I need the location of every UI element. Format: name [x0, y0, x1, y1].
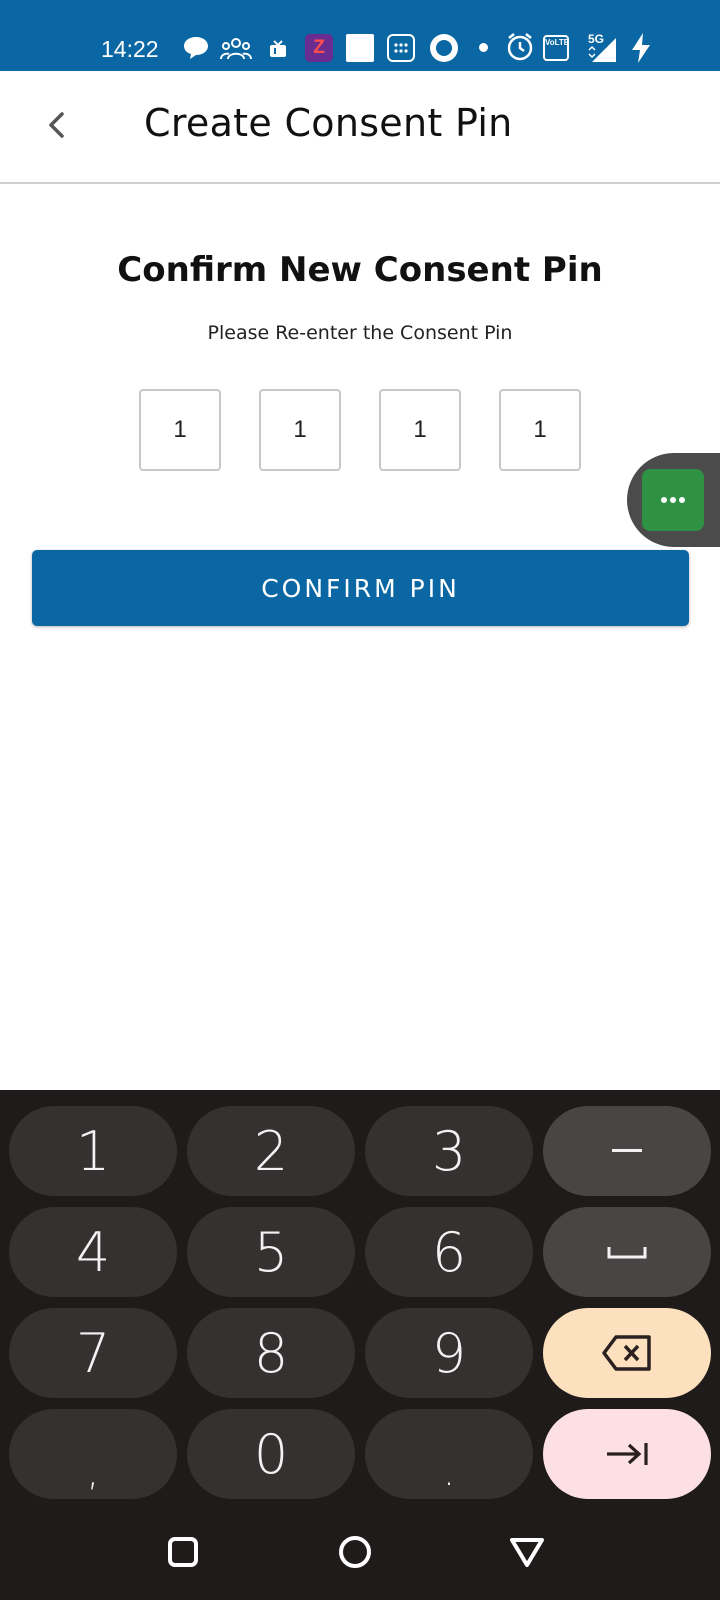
- key-0[interactable]: 0: [187, 1409, 355, 1499]
- nav-back-button[interactable]: [507, 1532, 547, 1572]
- key-4[interactable]: 4: [9, 1207, 177, 1297]
- tv-icon: [270, 40, 286, 57]
- chat-head-button[interactable]: [642, 469, 704, 531]
- minus-icon: [612, 1149, 642, 1152]
- key-1[interactable]: 1: [9, 1106, 177, 1196]
- comma-label: ,: [86, 1449, 100, 1495]
- circle-icon: [339, 1536, 371, 1568]
- ring-app-icon: [430, 34, 458, 62]
- nav-home-button[interactable]: [335, 1532, 375, 1572]
- charging-icon: [632, 33, 650, 63]
- key-3[interactable]: 3: [365, 1106, 533, 1196]
- key-6[interactable]: 6: [365, 1207, 533, 1297]
- triangle-icon: [510, 1538, 544, 1567]
- pin-digit-4[interactable]: 1: [499, 389, 581, 471]
- key-5[interactable]: 5: [187, 1207, 355, 1297]
- group-icon: [220, 38, 252, 60]
- pin-digit-2[interactable]: 1: [259, 389, 341, 471]
- chat-bubble-icon: [184, 37, 208, 59]
- status-time: 14:22: [101, 36, 159, 62]
- space-key[interactable]: [543, 1207, 711, 1297]
- confirm-pin-button[interactable]: CONFIRM PIN: [32, 550, 689, 626]
- calculator-icon: [387, 34, 415, 62]
- floating-chat-head[interactable]: [627, 453, 720, 547]
- tab-key[interactable]: [543, 1409, 711, 1499]
- white-square-icon: [346, 34, 374, 62]
- key-7[interactable]: 7: [9, 1308, 177, 1398]
- minus-key[interactable]: [543, 1106, 711, 1196]
- more-horizontal-icon: [661, 497, 685, 503]
- pin-digit-1[interactable]: 1: [139, 389, 221, 471]
- status-bar: 14:22 Z VoLTE 5G: [0, 0, 720, 71]
- confirm-heading: Confirm New Consent Pin: [117, 250, 603, 290]
- chevron-left-icon: [49, 112, 64, 138]
- app-bar: Create Consent Pin: [0, 71, 720, 184]
- notification-dot-icon: [479, 43, 488, 52]
- nav-recents-button[interactable]: [163, 1532, 203, 1572]
- key-9[interactable]: 9: [365, 1308, 533, 1398]
- signal-icon: [588, 38, 616, 62]
- tab-arrow-icon: [607, 1443, 648, 1465]
- volte-icon: VoLTE: [543, 35, 569, 61]
- period-label: .: [442, 1449, 456, 1495]
- back-button[interactable]: [32, 101, 80, 149]
- page-title: Create Consent Pin: [144, 101, 513, 145]
- key-2[interactable]: 2: [187, 1106, 355, 1196]
- backspace-key[interactable]: [543, 1308, 711, 1398]
- app-notification-icon: Z: [305, 34, 333, 62]
- backspace-icon: [602, 1335, 651, 1371]
- confirm-subheading: Please Re-enter the Consent Pin: [207, 322, 513, 344]
- key-comma[interactable]: ,: [9, 1409, 177, 1499]
- alarm-icon: [507, 33, 533, 61]
- pin-digit-3[interactable]: 1: [379, 389, 461, 471]
- key-period[interactable]: .: [365, 1409, 533, 1499]
- square-icon: [168, 1537, 198, 1567]
- numeric-keyboard: 1 2 3 4 5 6 7 8 9 , 0 .: [0, 1090, 720, 1600]
- key-8[interactable]: 8: [187, 1308, 355, 1398]
- space-bar-icon: [607, 1247, 647, 1259]
